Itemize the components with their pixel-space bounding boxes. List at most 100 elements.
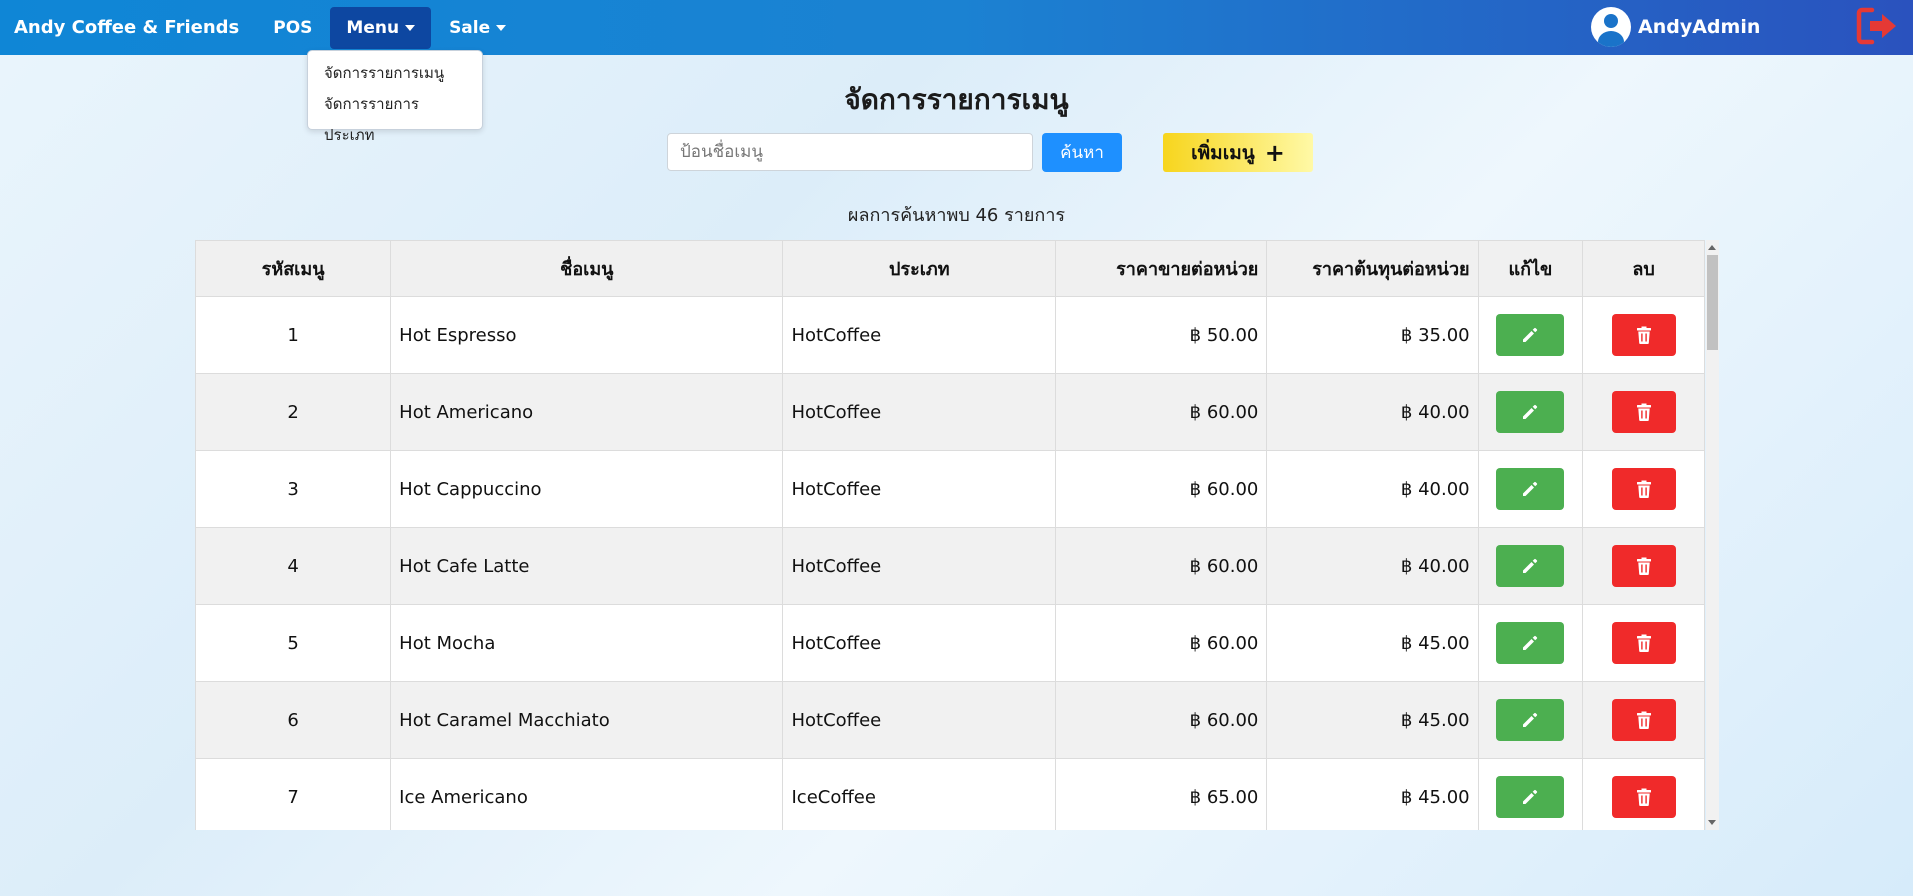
header-menu-id: รหัสเมนู	[195, 240, 392, 297]
cell-edit	[1477, 296, 1584, 374]
table-scrollbar-thumb[interactable]	[1707, 255, 1718, 350]
cell-menu-name: Hot Espresso	[390, 296, 784, 374]
cell-menu-name: Hot Caramel Macchiato	[390, 681, 784, 759]
edit-button[interactable]	[1496, 776, 1565, 818]
cell-delete	[1582, 450, 1705, 528]
search-button[interactable]: ค้นหา	[1042, 133, 1122, 172]
table-row: 1 Hot Espresso HotCoffee ฿ 50.00 ฿ 35.00	[195, 296, 1705, 374]
delete-button[interactable]	[1611, 699, 1676, 741]
edit-button[interactable]	[1496, 391, 1565, 433]
nav-sale-dropdown[interactable]: Sale	[433, 7, 522, 49]
table-row: 7 Ice Americano IceCoffee ฿ 65.00 ฿ 45.00	[195, 758, 1705, 830]
cell-delete	[1582, 758, 1705, 830]
cell-cost-price: ฿ 45.00	[1266, 681, 1479, 759]
cell-edit	[1477, 527, 1584, 605]
cell-category: HotCoffee	[782, 604, 1057, 682]
user-circle-icon	[1591, 7, 1631, 47]
cell-cost-price: ฿ 40.00	[1266, 527, 1479, 605]
nav-menu-label: Menu	[346, 17, 400, 38]
cell-cost-price: ฿ 45.00	[1266, 758, 1479, 830]
brand-link[interactable]: Andy Coffee & Friends	[14, 17, 239, 38]
cell-delete	[1582, 604, 1705, 682]
delete-button[interactable]	[1611, 545, 1676, 587]
add-menu-button[interactable]: เพิ่มเมนู +	[1163, 133, 1313, 172]
add-menu-label: เพิ่มเมนู	[1191, 141, 1255, 164]
username: AndyAdmin	[1638, 16, 1761, 38]
cell-sell-price: ฿ 60.00	[1055, 527, 1268, 605]
delete-button[interactable]	[1611, 314, 1676, 356]
menu-table: รหัสเมนู ชื่อเมนู ประเภท ราคาขายต่อหน่วย…	[195, 240, 1705, 830]
header-category: ประเภท	[782, 240, 1057, 297]
table-row: 5 Hot Mocha HotCoffee ฿ 60.00 ฿ 45.00	[195, 604, 1705, 682]
table-row: 6 Hot Caramel Macchiato HotCoffee ฿ 60.00 ฿ …	[195, 681, 1705, 759]
search-input[interactable]	[667, 133, 1033, 171]
edit-button[interactable]	[1496, 545, 1565, 587]
scroll-up-arrow-icon[interactable]	[1708, 245, 1716, 250]
cell-edit	[1477, 604, 1584, 682]
cell-delete	[1582, 681, 1705, 759]
nav-pos[interactable]: POS	[257, 7, 328, 49]
cell-cost-price: ฿ 40.00	[1266, 373, 1479, 451]
table-header-row: รหัสเมนู ชื่อเมนู ประเภท ราคาขายต่อหน่วย…	[195, 240, 1705, 297]
cell-menu-id: 5	[195, 604, 392, 682]
cell-menu-name: Ice Americano	[390, 758, 784, 830]
cell-category: HotCoffee	[782, 527, 1057, 605]
delete-button[interactable]	[1611, 468, 1676, 510]
page-title: จัดการรายการเมนู	[844, 83, 1069, 116]
table-row: 4 Hot Cafe Latte HotCoffee ฿ 60.00 ฿ 40.00	[195, 527, 1705, 605]
cell-edit	[1477, 681, 1584, 759]
header-delete: ลบ	[1582, 240, 1705, 297]
edit-button[interactable]	[1496, 468, 1565, 510]
cell-edit	[1477, 373, 1584, 451]
table-row: 2 Hot Americano HotCoffee ฿ 60.00 ฿ 40.00	[195, 373, 1705, 451]
chevron-down-icon	[496, 24, 507, 31]
cell-category: HotCoffee	[782, 681, 1057, 759]
cell-cost-price: ฿ 45.00	[1266, 604, 1479, 682]
delete-button[interactable]	[1611, 622, 1676, 664]
cell-category: HotCoffee	[782, 450, 1057, 528]
header-cost-price: ราคาต้นทุนต่อหน่วย	[1266, 240, 1479, 297]
cell-sell-price: ฿ 60.00	[1055, 681, 1268, 759]
cell-menu-name: Hot Americano	[390, 373, 784, 451]
cell-menu-id: 1	[195, 296, 392, 374]
delete-button[interactable]	[1611, 776, 1676, 818]
menu-table-container: รหัสเมนู ชื่อเมนู ประเภท ราคาขายต่อหน่วย…	[195, 240, 1719, 830]
cell-sell-price: ฿ 60.00	[1055, 450, 1268, 528]
plus-icon: +	[1264, 138, 1285, 167]
header-menu-name: ชื่อเมนู	[390, 240, 784, 297]
cell-menu-name: Hot Cappuccino	[390, 450, 784, 528]
cell-delete	[1582, 373, 1705, 451]
cell-menu-id: 7	[195, 758, 392, 830]
logout-icon	[1856, 7, 1896, 45]
table-row: 3 Hot Cappuccino HotCoffee ฿ 60.00 ฿ 40.00	[195, 450, 1705, 528]
edit-button[interactable]	[1496, 699, 1565, 741]
user-profile[interactable]: AndyAdmin	[1591, 7, 1760, 47]
cell-edit	[1477, 450, 1584, 528]
delete-button[interactable]	[1611, 391, 1676, 433]
header-edit: แก้ไข	[1477, 240, 1584, 297]
cell-edit	[1477, 758, 1584, 830]
cell-cost-price: ฿ 40.00	[1266, 450, 1479, 528]
edit-button[interactable]	[1496, 314, 1565, 356]
cell-category: IceCoffee	[782, 758, 1057, 830]
cell-menu-id: 6	[195, 681, 392, 759]
scroll-down-arrow-icon[interactable]	[1708, 820, 1716, 825]
cell-menu-name: Hot Cafe Latte	[390, 527, 784, 605]
cell-category: HotCoffee	[782, 373, 1057, 451]
cell-menu-id: 4	[195, 527, 392, 605]
cell-cost-price: ฿ 35.00	[1266, 296, 1479, 374]
cell-delete	[1582, 527, 1705, 605]
cell-sell-price: ฿ 50.00	[1055, 296, 1268, 374]
cell-category: HotCoffee	[782, 296, 1057, 374]
cell-sell-price: ฿ 60.00	[1055, 373, 1268, 451]
edit-button[interactable]	[1496, 622, 1565, 664]
cell-sell-price: ฿ 65.00	[1055, 758, 1268, 830]
cell-menu-name: Hot Mocha	[390, 604, 784, 682]
cell-delete	[1582, 296, 1705, 374]
cell-menu-id: 3	[195, 450, 392, 528]
header-sell-price: ราคาขายต่อหน่วย	[1055, 240, 1268, 297]
nav-menu-dropdown[interactable]: Menu	[330, 6, 432, 49]
logout-button[interactable]	[1856, 7, 1900, 45]
chevron-down-icon	[405, 24, 416, 31]
nav-sale-label: Sale	[449, 17, 491, 38]
